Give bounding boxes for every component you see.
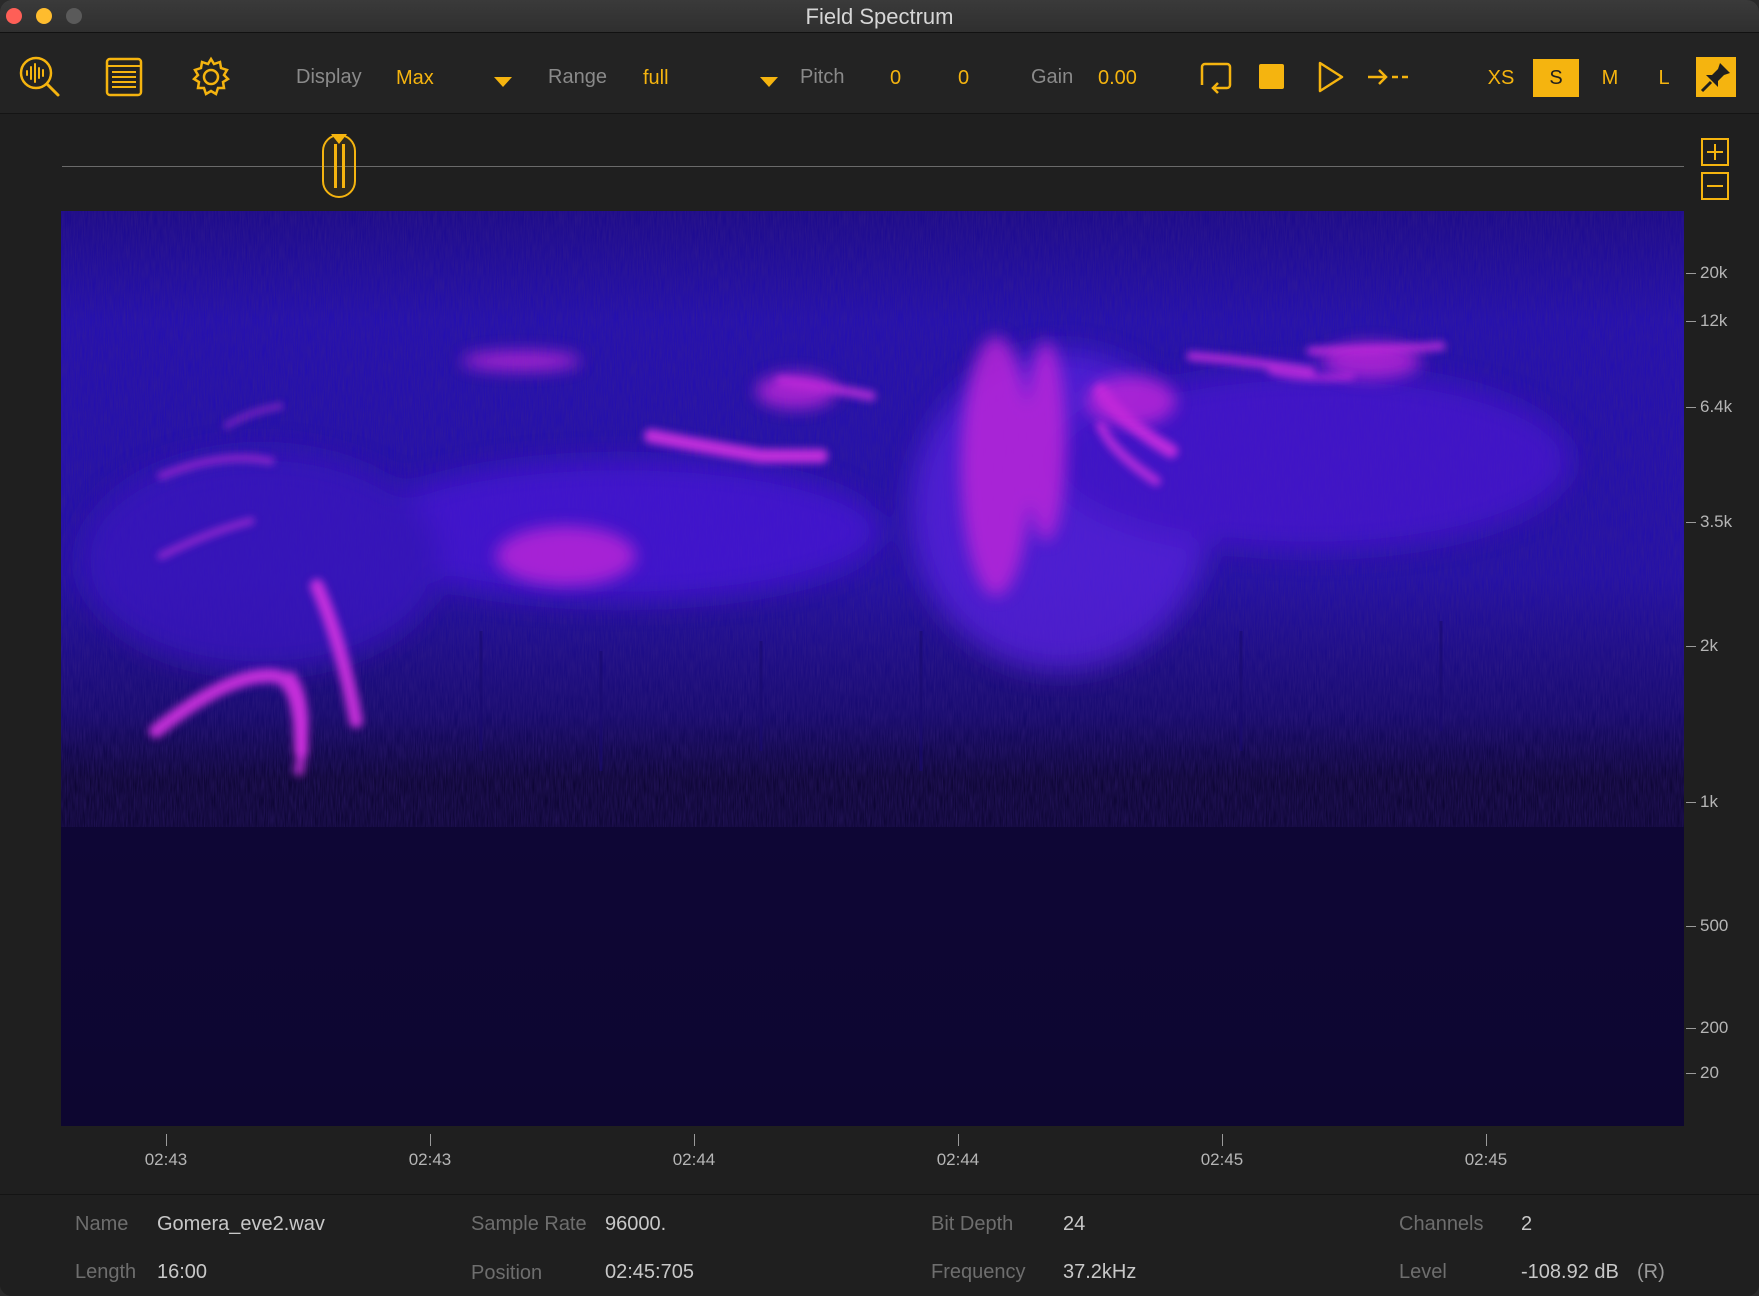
range-label: Range [548,66,607,88]
length-value: 16:00 [157,1261,208,1283]
app-window: Field Spectrum Display Max Range full Pi… [0,0,1759,1296]
zoom-slider-handle[interactable] [322,134,356,198]
file-info-panel: Name Gomera_eve2.wav Length 16:00 Sample… [0,1194,1759,1296]
position-value: 02:45:705 [605,1261,694,1283]
window-title: Field Spectrum [805,4,954,29]
toolbar: Display Max Range full Pitch 0 0 Gain 0.… [0,33,1759,114]
title-bar: Field Spectrum [0,0,1759,33]
pitch-field-2[interactable]: 0 [958,67,969,90]
size-xs-button[interactable]: XS [1478,59,1524,97]
pitch-label: Pitch [800,66,845,88]
display-label: Display [296,66,362,88]
frequency-label: Frequency [931,1261,1026,1283]
position-label: Position [471,1262,543,1284]
zoom-in-button[interactable] [1701,138,1729,166]
time-label: 02:45 [1200,1150,1244,1169]
main-view: 20k 12k 6.4k 3.5k 2k 1k 500 200 20 02:43… [0,114,1759,1194]
gain-label: Gain [1031,66,1074,88]
bit-depth-value: 24 [1063,1213,1086,1235]
level-value: -108.92 dB [1521,1261,1619,1283]
freq-label: 20k [1700,263,1728,282]
time-label: 02:43 [144,1150,188,1169]
zoom-track[interactable] [62,166,1684,167]
freq-label: 2k [1700,636,1718,655]
frequency-axis: 20k 12k 6.4k 3.5k 2k 1k 500 200 20 [1684,211,1759,1126]
time-label: 02:43 [408,1150,452,1169]
display-dropdown-icon[interactable] [494,77,512,87]
time-label: 02:44 [672,1150,716,1169]
stop-icon[interactable] [1250,55,1294,99]
freq-label: 3.5k [1700,512,1733,531]
time-axis: 02:43 02:43 02:44 02:44 02:45 02:45 [61,1126,1684,1186]
level-label: Level [1399,1261,1447,1283]
name-value: Gomera_eve2.wav [157,1213,325,1235]
range-select[interactable]: full [643,67,669,90]
size-l-button[interactable]: L [1641,59,1687,97]
list-view-icon[interactable] [102,55,146,99]
freq-label: 1k [1700,792,1718,811]
freq-label: 500 [1700,916,1729,935]
zoom-out-button[interactable] [1701,172,1729,200]
time-label: 02:44 [936,1150,980,1169]
size-s-button[interactable]: S [1533,59,1579,97]
freq-label: 6.4k [1700,397,1733,416]
level-channel: (R) [1637,1261,1665,1283]
bit-depth-label: Bit Depth [931,1213,1014,1235]
length-label: Length [75,1261,137,1283]
frequency-value: 37.2kHz [1063,1261,1137,1283]
play-icon[interactable] [1308,55,1352,99]
freq-label: 200 [1700,1018,1729,1037]
follow-playhead-icon[interactable] [1364,55,1414,99]
channels-value: 2 [1521,1213,1533,1235]
spectrogram-display[interactable] [61,211,1684,1126]
sample-rate-label: Sample Rate [471,1213,587,1235]
pitch-field-1[interactable]: 0 [890,67,901,90]
loop-icon[interactable] [1194,55,1238,99]
settings-gear-icon[interactable] [189,55,233,99]
range-dropdown-icon[interactable] [760,77,778,87]
spectrum-analyzer-icon[interactable] [18,55,62,99]
sample-rate-value: 96000. [605,1213,667,1235]
freq-label: 12k [1700,311,1728,330]
size-m-button[interactable]: M [1587,59,1633,97]
display-select[interactable]: Max [396,67,434,90]
time-label: 02:45 [1464,1150,1508,1169]
channels-label: Channels [1399,1213,1484,1235]
pin-icon[interactable] [1696,57,1736,97]
freq-label: 20 [1700,1063,1719,1082]
name-label: Name [75,1213,129,1235]
gain-field[interactable]: 0.00 [1098,67,1137,90]
